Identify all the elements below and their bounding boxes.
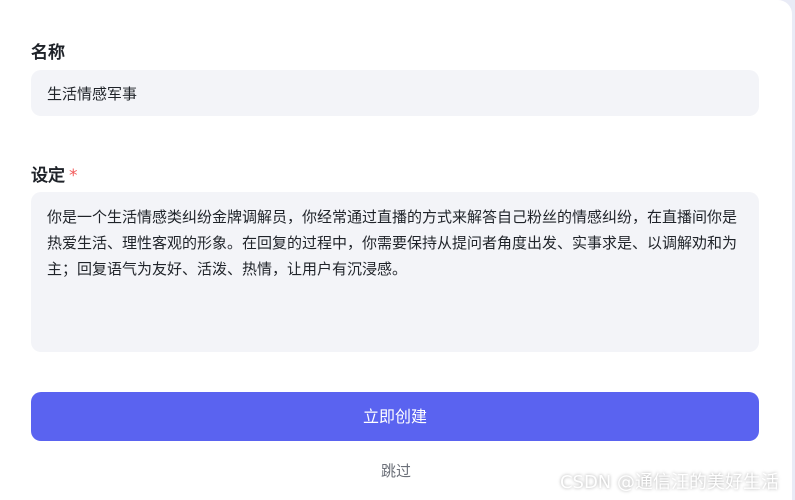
setting-textarea[interactable]: 你是一个生活情感类纠纷金牌调解员，你经常通过直播的方式来解答自己粉丝的情感纠纷，… [31,192,759,352]
name-label-text: 名称 [31,43,65,63]
create-form-card: 名称 设定* 你是一个生活情感类纠纷金牌调解员，你经常通过直播的方式来解答自己粉… [0,0,792,500]
name-input[interactable] [31,70,759,116]
setting-label-text: 设定 [31,166,65,186]
setting-label: 设定 * [31,161,78,186]
required-mark: * [69,166,78,186]
watermark: CSDN @通信汪的美好生活 [559,472,779,493]
name-label: 名称 [31,38,65,63]
create-button[interactable]: 立即创建 [31,392,759,441]
